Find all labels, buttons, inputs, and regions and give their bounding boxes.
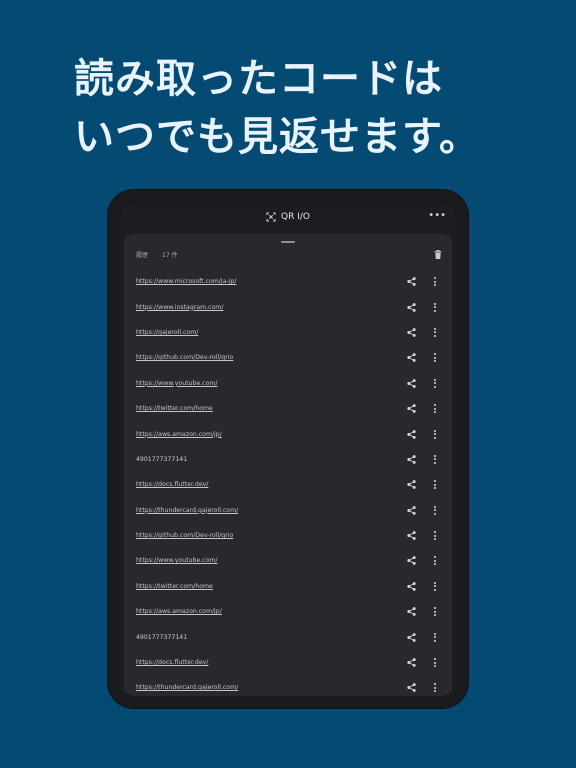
list-item[interactable]: https://www.instagram.com/ — [124, 294, 452, 319]
more-vertical-icon[interactable] — [430, 402, 440, 416]
share-icon[interactable] — [404, 681, 418, 695]
list-item[interactable]: https://twitter.com/home — [124, 396, 452, 421]
more-vertical-icon[interactable] — [430, 605, 440, 619]
list-item[interactable]: https://www.youtube.com/ — [124, 371, 452, 396]
headline-line-2: いつでも見返せます。 — [74, 114, 480, 160]
list-item[interactable]: https://www.microsoft.com/ja-jp/ — [124, 269, 452, 294]
history-item-link[interactable]: https://docs.flutter.dev/ — [136, 481, 404, 488]
share-icon[interactable] — [404, 300, 418, 314]
history-item-link[interactable]: https://www.youtube.com/ — [136, 557, 404, 564]
share-icon[interactable] — [404, 376, 418, 390]
more-vertical-icon[interactable] — [430, 427, 440, 441]
share-icon[interactable] — [404, 529, 418, 543]
history-item-link[interactable]: https://thundercard.gajeroll.com/ — [136, 507, 404, 514]
tablet-frame: QR I/O ••• 履歴 17 件 https://www.microsoft… — [108, 190, 468, 708]
history-item-link[interactable]: https://www.youtube.com/ — [136, 380, 404, 387]
history-sheet: 履歴 17 件 https://www.microsoft.com/ja-jp/… — [124, 234, 452, 696]
history-item-link[interactable]: https://docs.flutter.dev/ — [136, 659, 404, 666]
list-item[interactable]: https://gajeroll.com/ — [124, 320, 452, 345]
list-item[interactable]: https://aws.amazon.com/jp/ — [124, 599, 452, 624]
headline-line-1: 読み取ったコードは — [74, 56, 443, 102]
history-item-link[interactable]: https://github.com/Dev-roll/qrio — [136, 532, 404, 539]
list-item[interactable]: 4901777377141 — [124, 624, 452, 649]
list-item[interactable]: 4901777377141 — [124, 447, 452, 472]
more-vertical-icon[interactable] — [430, 681, 440, 695]
list-item[interactable]: https://github.com/Dev-roll/qrio — [124, 523, 452, 548]
history-item-link[interactable]: https://www.instagram.com/ — [136, 304, 404, 311]
share-icon[interactable] — [404, 605, 418, 619]
share-icon[interactable] — [404, 351, 418, 365]
more-vertical-icon[interactable] — [430, 554, 440, 568]
more-vertical-icon[interactable] — [430, 275, 440, 289]
share-icon[interactable] — [404, 427, 418, 441]
history-item-link[interactable]: https://aws.amazon.com/jp/ — [136, 431, 404, 438]
more-vertical-icon[interactable] — [430, 351, 440, 365]
list-item[interactable]: https://docs.flutter.dev/ — [124, 650, 452, 675]
history-item-link[interactable]: https://gajeroll.com/ — [136, 329, 404, 336]
list-item[interactable]: https://thundercard.gajeroll.com/ — [124, 675, 452, 696]
more-vertical-icon[interactable] — [430, 478, 440, 492]
more-vertical-icon[interactable] — [430, 325, 440, 339]
more-horizontal-icon[interactable]: ••• — [428, 210, 446, 221]
qr-scan-icon — [266, 212, 276, 222]
list-item[interactable]: https://github.com/Dev-roll/qrio — [124, 345, 452, 370]
more-vertical-icon[interactable] — [430, 376, 440, 390]
history-item-link[interactable]: https://thundercard.gajeroll.com/ — [136, 684, 404, 691]
app-title: QR I/O — [281, 212, 310, 222]
history-item-text: 4901777377141 — [136, 455, 188, 463]
app-screen: QR I/O ••• 履歴 17 件 https://www.microsoft… — [120, 202, 456, 696]
share-icon[interactable] — [404, 402, 418, 416]
history-item-link[interactable]: https://aws.amazon.com/jp/ — [136, 608, 404, 615]
history-item-link[interactable]: https://www.microsoft.com/ja-jp/ — [136, 278, 404, 285]
list-item[interactable]: https://docs.flutter.dev/ — [124, 472, 452, 497]
promo-headline: 読み取ったコードは いつでも見返せます。 — [74, 50, 480, 166]
share-icon[interactable] — [404, 325, 418, 339]
history-item-link[interactable]: https://twitter.com/home — [136, 405, 404, 412]
share-icon[interactable] — [404, 503, 418, 517]
app-title-group: QR I/O — [266, 212, 310, 222]
share-icon[interactable] — [404, 452, 418, 466]
list-item[interactable]: https://twitter.com/home — [124, 574, 452, 599]
history-list: https://www.microsoft.com/ja-jp/https://… — [124, 269, 452, 696]
more-vertical-icon[interactable] — [430, 452, 440, 466]
more-vertical-icon[interactable] — [430, 503, 440, 517]
history-header: 履歴 17 件 — [124, 243, 452, 265]
more-vertical-icon[interactable] — [430, 656, 440, 670]
share-icon[interactable] — [404, 275, 418, 289]
history-item-link[interactable]: https://github.com/Dev-roll/qrio — [136, 354, 404, 361]
app-bar: QR I/O ••• — [120, 202, 456, 232]
history-item-link[interactable]: https://twitter.com/home — [136, 583, 404, 590]
share-icon[interactable] — [404, 579, 418, 593]
share-icon[interactable] — [404, 630, 418, 644]
share-icon[interactable] — [404, 478, 418, 492]
history-count: 17 件 — [162, 251, 178, 259]
more-vertical-icon[interactable] — [430, 529, 440, 543]
list-item[interactable]: https://thundercard.gajeroll.com/ — [124, 498, 452, 523]
share-icon[interactable] — [404, 554, 418, 568]
history-label: 履歴 — [136, 251, 149, 259]
list-item[interactable]: https://aws.amazon.com/jp/ — [124, 421, 452, 446]
trash-icon[interactable] — [434, 249, 442, 259]
more-vertical-icon[interactable] — [430, 630, 440, 644]
list-item[interactable]: https://www.youtube.com/ — [124, 548, 452, 573]
more-vertical-icon[interactable] — [430, 300, 440, 314]
more-vertical-icon[interactable] — [430, 579, 440, 593]
share-icon[interactable] — [404, 656, 418, 670]
history-item-text: 4901777377141 — [136, 633, 188, 641]
